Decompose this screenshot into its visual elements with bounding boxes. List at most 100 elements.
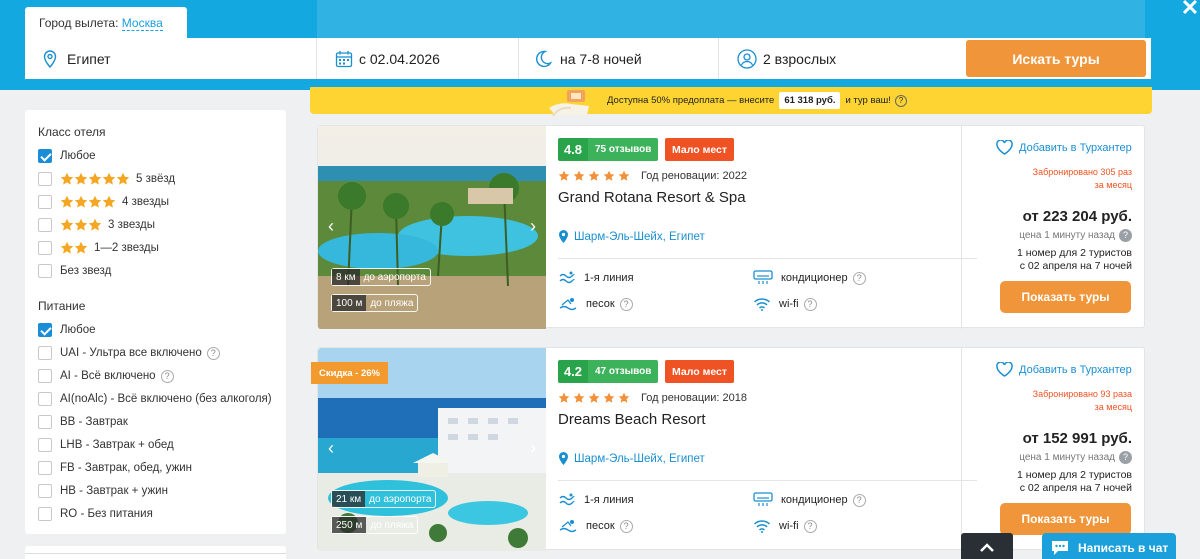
hotel-class-option[interactable]: 3 звезды xyxy=(38,217,155,233)
checkbox[interactable] xyxy=(38,415,52,429)
star-icons xyxy=(558,170,633,182)
meal-option[interactable]: UAI - Ультра все включено? xyxy=(38,345,220,361)
calendar-icon xyxy=(335,50,353,68)
renovation-year: Год реновации: 2022 xyxy=(641,170,748,182)
rating-badge[interactable]: 4.2 47 отзывов xyxy=(558,360,659,383)
hotel-class-option[interactable]: 5 звёзд xyxy=(38,171,175,187)
help-icon[interactable]: ? xyxy=(852,493,866,507)
star-icons xyxy=(60,218,102,232)
date-field[interactable]: с 02.04.2026 xyxy=(317,38,519,79)
feature-line: 1-я линия xyxy=(558,492,634,508)
checkbox[interactable] xyxy=(38,323,52,337)
hotel-class-option[interactable]: Любое xyxy=(38,148,96,164)
rating-badge[interactable]: 4.8 75 отзывов xyxy=(558,138,659,161)
meal-option[interactable]: Любое xyxy=(38,322,96,338)
meal-option[interactable]: FB - Завтрак, обед, ужин xyxy=(38,460,192,476)
beach-icon xyxy=(559,298,577,311)
checkbox[interactable] xyxy=(38,149,52,163)
feature-label: 1-я линия xyxy=(584,272,634,284)
checkbox[interactable] xyxy=(38,461,52,475)
show-tours-button[interactable]: Показать туры xyxy=(1000,503,1131,535)
meal-label: AI(noAlc) - Всё включено (без алкоголя) xyxy=(60,393,272,405)
meal-option[interactable]: LHB - Завтрак + обед xyxy=(38,437,174,453)
hotel-photo-gallery[interactable]: ‹ › 8 км до аэропорта 100 м до пляжа xyxy=(318,126,546,329)
hotel-class-label: Без звезд xyxy=(60,265,112,277)
hotel-class-option[interactable]: 1—2 звезды xyxy=(38,240,159,256)
dates-line: с 02 апреля на 7 ночей xyxy=(1019,260,1132,272)
checkbox[interactable] xyxy=(38,172,52,186)
star-icon xyxy=(88,218,102,231)
scroll-to-top-button[interactable] xyxy=(961,533,1013,559)
airport-distance: 21 км до аэропорта xyxy=(331,490,437,508)
checkbox[interactable] xyxy=(38,438,52,452)
checkbox[interactable] xyxy=(38,507,52,521)
airport-label: до аэропорта xyxy=(369,493,432,505)
hotel-location[interactable]: Шарм-Эль-Шейх, Египет xyxy=(559,230,705,243)
star-icons xyxy=(60,241,88,255)
checkbox[interactable] xyxy=(38,392,52,406)
hotel-info: 4.8 75 отзывов Мало мест Год реновации: 202… xyxy=(546,126,977,329)
hotel-name[interactable]: Dreams Beach Resort xyxy=(558,411,706,428)
price-block: Добавить в Турхантер Забронировано 93 раз… xyxy=(961,348,1146,551)
help-icon[interactable]: ? xyxy=(1119,229,1132,242)
meal-option[interactable]: HB - Завтрак + ужин xyxy=(38,483,168,499)
feature-label: wi-fi xyxy=(779,298,799,310)
meal-label: AI - Всё включено xyxy=(60,370,156,382)
map-pin-icon xyxy=(559,230,568,243)
checkbox[interactable] xyxy=(38,346,52,360)
help-icon[interactable]: ? xyxy=(619,297,633,311)
checkbox[interactable] xyxy=(38,195,52,209)
nights-field[interactable]: на 7-8 ночей xyxy=(519,38,719,79)
rating-score: 4.8 xyxy=(558,138,588,161)
hotel-location[interactable]: Шарм-Эль-Шейх, Египет xyxy=(559,452,705,465)
search-tours-button[interactable]: Искать туры xyxy=(966,40,1146,77)
price-updated-label: цена 1 минуту назад xyxy=(1019,230,1115,241)
chat-icon xyxy=(1050,539,1078,557)
departure-city-selector[interactable]: Город вылета: Москва xyxy=(25,7,187,41)
hotel-class-option[interactable]: Без звезд xyxy=(38,263,111,279)
hotel-name[interactable]: Grand Rotana Resort & Spa xyxy=(558,189,746,206)
help-icon[interactable]: ? xyxy=(852,271,866,285)
meal-option[interactable]: AI(noAlc) - Всё включено (без алкоголя) xyxy=(38,391,272,407)
meal-option[interactable]: BB - Завтрак xyxy=(38,414,128,430)
checkbox[interactable] xyxy=(38,484,52,498)
promo-text: Доступна 50% предоплата — внесите xyxy=(607,95,775,106)
departure-city-value[interactable]: Москва xyxy=(121,16,163,31)
help-icon[interactable]: ? xyxy=(1119,451,1132,464)
hotel-class-option[interactable]: 4 звезды xyxy=(38,194,169,210)
help-icon[interactable]: ? xyxy=(206,346,220,360)
star-icons xyxy=(60,172,130,186)
add-to-favorites[interactable]: Добавить в Турхантер xyxy=(996,362,1132,377)
chat-button[interactable]: Написать в чат xyxy=(1042,533,1176,559)
booked-line: Забронировано 305 раз xyxy=(1032,167,1132,177)
help-icon[interactable]: ? xyxy=(803,297,817,311)
show-tours-button[interactable]: Показать туры xyxy=(1000,281,1131,313)
star-icon xyxy=(573,170,585,181)
checkbox[interactable] xyxy=(38,369,52,383)
renovation-year: Год реновации: 2018 xyxy=(641,392,748,404)
help-icon[interactable]: ? xyxy=(894,94,907,107)
help-icon[interactable]: ? xyxy=(619,519,633,533)
checkbox[interactable] xyxy=(38,241,52,255)
room-details: 1 номер для 2 туристов с 02 апреля на 7 н… xyxy=(1017,247,1132,273)
star-icon xyxy=(74,218,88,231)
feature-label: 1-я линия xyxy=(584,494,634,506)
promo-illustration xyxy=(545,86,597,118)
chevron-left-icon[interactable]: ‹ xyxy=(324,438,338,458)
meal-option[interactable]: AI - Всё включено? xyxy=(38,368,174,384)
chevron-left-icon[interactable]: ‹ xyxy=(324,216,338,236)
chevron-right-icon[interactable]: › xyxy=(526,216,540,236)
add-to-favorites[interactable]: Добавить в Турхантер xyxy=(996,140,1132,155)
checkbox[interactable] xyxy=(38,218,52,232)
checkbox[interactable] xyxy=(38,264,52,278)
close-icon[interactable]: ✕ xyxy=(1180,0,1200,20)
guests-field[interactable]: 2 взрослых xyxy=(719,38,966,79)
chevron-right-icon[interactable]: › xyxy=(526,438,540,458)
meal-option[interactable]: RO - Без питания xyxy=(38,506,153,522)
help-icon[interactable]: ? xyxy=(160,369,174,383)
country-field[interactable]: Египет xyxy=(25,38,317,79)
star-icon xyxy=(558,392,570,403)
help-icon[interactable]: ? xyxy=(803,519,817,533)
hotel-card: ‹ › 21 км до аэропорта 250 м до пляжа Скидка -… xyxy=(311,347,1146,551)
prepayment-banner: Доступна 50% предоплата — внесите 61 318… xyxy=(310,87,1152,114)
